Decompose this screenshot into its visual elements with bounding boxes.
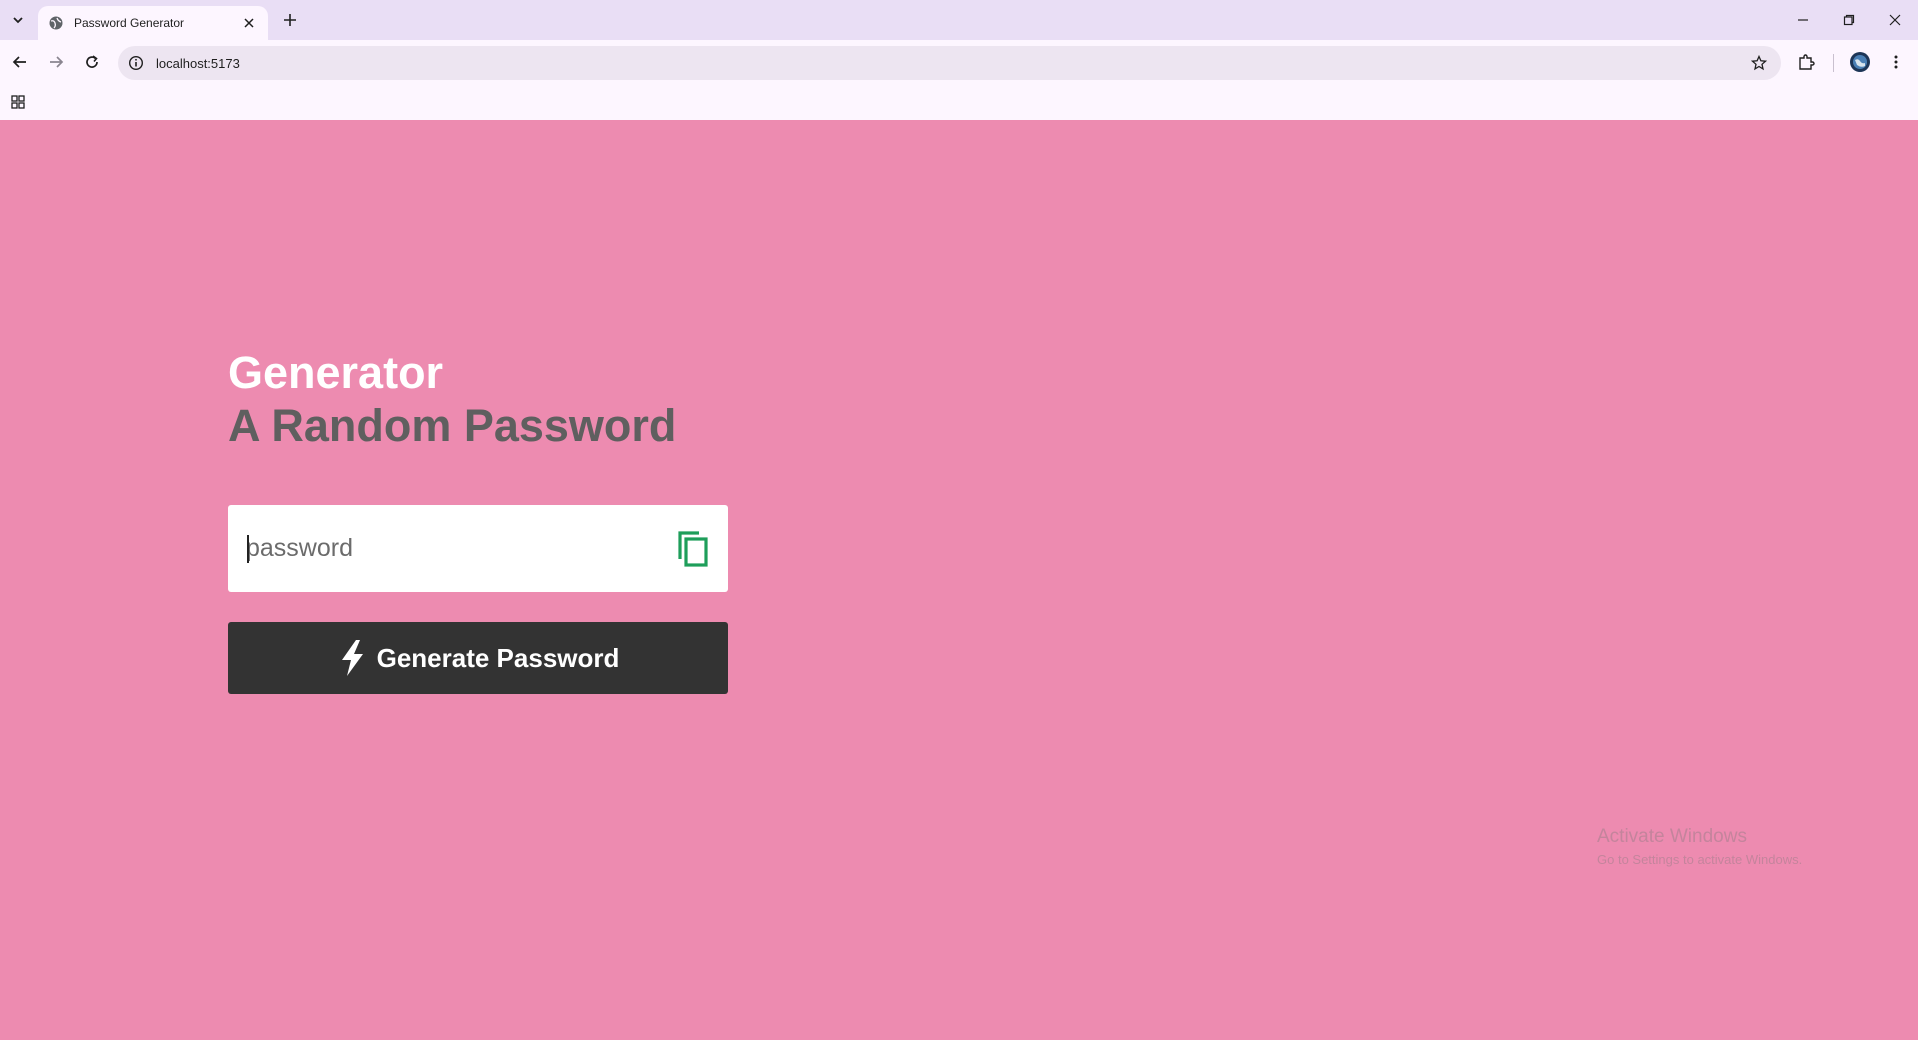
back-button[interactable] bbox=[6, 48, 34, 76]
password-input[interactable] bbox=[246, 525, 646, 571]
password-box bbox=[228, 505, 728, 592]
copy-button[interactable] bbox=[675, 529, 711, 569]
forward-button[interactable] bbox=[42, 48, 70, 76]
new-tab-button[interactable] bbox=[278, 8, 302, 32]
copy-icon bbox=[678, 531, 708, 567]
menu-button[interactable] bbox=[1882, 48, 1910, 76]
tab-search-button[interactable] bbox=[5, 8, 31, 32]
arrow-left-icon bbox=[12, 56, 26, 68]
lightning-icon bbox=[337, 639, 367, 677]
close-icon[interactable] bbox=[240, 14, 258, 32]
bookmarks-bar bbox=[0, 84, 1918, 120]
restore-icon bbox=[1843, 14, 1855, 26]
reload-icon bbox=[86, 55, 98, 68]
browser-toolbar: localhost:5173 bbox=[0, 40, 1918, 84]
apps-grid-icon bbox=[11, 95, 25, 109]
toolbar-divider bbox=[1833, 54, 1834, 72]
info-icon[interactable] bbox=[126, 53, 146, 73]
apps-button[interactable] bbox=[8, 92, 28, 112]
minimize-button[interactable] bbox=[1780, 0, 1826, 40]
profile-icon bbox=[1850, 52, 1870, 72]
page-title: Generator bbox=[228, 347, 444, 398]
puzzle-icon bbox=[1799, 54, 1815, 70]
restore-button[interactable] bbox=[1826, 0, 1872, 40]
watermark-title: Activate Windows bbox=[1597, 826, 1747, 847]
generate-password-button[interactable]: Generate Password bbox=[228, 622, 728, 694]
text-caret bbox=[247, 535, 249, 563]
avatar[interactable] bbox=[1846, 48, 1874, 76]
tab-strip: Password Generator bbox=[0, 0, 1918, 40]
minimize-icon bbox=[1798, 19, 1808, 21]
browser-tab[interactable]: Password Generator bbox=[38, 6, 268, 40]
globe-icon bbox=[48, 15, 64, 31]
star-icon[interactable] bbox=[1749, 53, 1769, 73]
extensions-button[interactable] bbox=[1792, 48, 1820, 76]
windows-activation-watermark: Activate Windows Go to Settings to activ… bbox=[1597, 826, 1802, 867]
arrow-right-icon bbox=[50, 56, 64, 68]
generate-button-label: Generate Password bbox=[376, 642, 620, 673]
reload-button[interactable] bbox=[78, 48, 106, 76]
address-bar[interactable]: localhost:5173 bbox=[118, 46, 1781, 80]
chevron-down-icon bbox=[13, 17, 23, 24]
watermark-subtitle: Go to Settings to activate Windows. bbox=[1597, 852, 1803, 867]
page-subtitle: A Random Password bbox=[228, 400, 677, 451]
window-close-button[interactable] bbox=[1872, 0, 1918, 40]
close-icon bbox=[1889, 14, 1901, 26]
kebab-menu-icon bbox=[1894, 55, 1898, 69]
url-text: localhost:5173 bbox=[156, 55, 240, 71]
plus-icon bbox=[284, 14, 296, 26]
tab-title: Password Generator bbox=[74, 16, 185, 30]
page-content: Generator A Random Password Generate Pas… bbox=[0, 120, 1918, 1040]
